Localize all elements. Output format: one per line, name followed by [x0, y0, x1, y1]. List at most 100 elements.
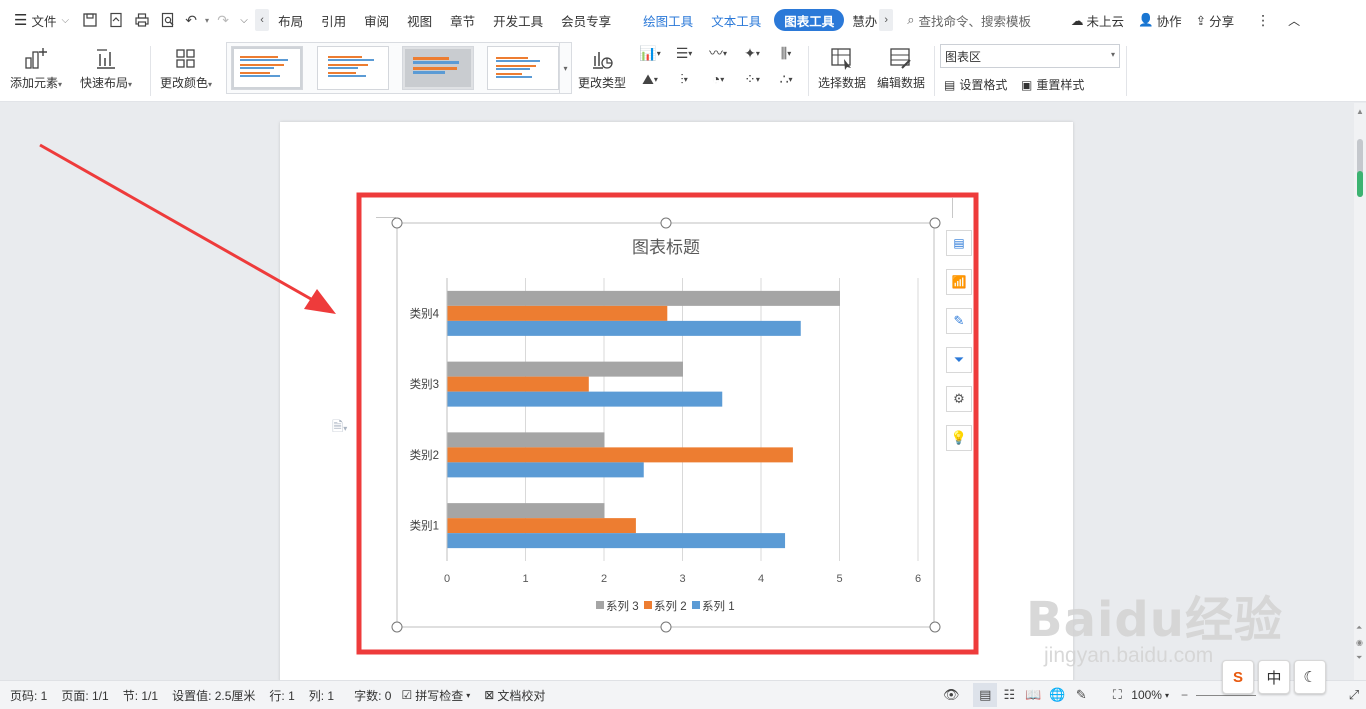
ribbon-separator: [934, 46, 935, 96]
word-count[interactable]: 字数: 0: [354, 687, 391, 704]
chart-legend[interactable]: 系列 3 系列 2 系列 1: [596, 599, 735, 613]
line-chart-icon[interactable]: 〰 ▾: [701, 42, 735, 64]
chart-elements-icon[interactable]: ▤: [946, 230, 972, 256]
spell-check-button[interactable]: ☑ 拼写检查 ▾: [401, 687, 470, 704]
tab-references[interactable]: 引用: [312, 0, 355, 40]
tab-drawing-tools[interactable]: 绘图工具: [634, 0, 702, 40]
resize-handle[interactable]: [391, 621, 403, 633]
chart-style-thumb[interactable]: [402, 46, 474, 90]
resize-handle[interactable]: [660, 217, 672, 229]
page-number[interactable]: 页码: 1: [10, 687, 47, 704]
write-view-icon[interactable]: ✎: [1069, 683, 1093, 707]
page-count[interactable]: 页面: 1/1: [61, 687, 108, 704]
zoom-slider[interactable]: [1196, 694, 1256, 696]
legend-swatch: [596, 601, 604, 609]
tab-text-tools[interactable]: 文本工具: [702, 0, 770, 40]
tabs-scroll-left-button[interactable]: ‹: [255, 9, 270, 31]
tab-developer[interactable]: 开发工具: [484, 0, 552, 40]
chart-styles-icon[interactable]: 📶: [946, 269, 972, 295]
area-chart-icon[interactable]: ⛰ ▾: [633, 68, 667, 90]
scatter-chart-icon[interactable]: ⁘ ▾: [735, 68, 769, 90]
redo-icon[interactable]: ↷: [213, 0, 233, 40]
resize-handle[interactable]: [929, 621, 941, 633]
fit-page-icon[interactable]: ⛶: [1105, 683, 1129, 707]
tabs-scroll-right-button[interactable]: ›: [879, 9, 894, 31]
change-chart-type-button[interactable]: 更改类型: [578, 44, 626, 91]
print-icon[interactable]: [129, 0, 155, 40]
setting-value[interactable]: 设置值: 2.5厘米: [172, 687, 255, 704]
page-down-icon[interactable]: ⏷: [1356, 653, 1362, 663]
chart-ideas-icon[interactable]: 💡: [946, 425, 972, 451]
eye-protection-icon[interactable]: 👁: [939, 683, 963, 707]
page-up-icon[interactable]: ⏶: [1356, 623, 1362, 633]
chart-settings-icon[interactable]: ⚙: [946, 386, 972, 412]
undo-dropdown-icon[interactable]: ▾: [201, 0, 213, 40]
resize-handle[interactable]: [391, 217, 403, 229]
stock-chart-icon[interactable]: ⫼ ▾: [769, 42, 803, 64]
tab-chapter[interactable]: 章节: [441, 0, 484, 40]
page-select-icon[interactable]: ◉: [1356, 638, 1363, 647]
reset-style-button[interactable]: ▣ 重置样式: [1021, 76, 1084, 93]
quick-layout-button[interactable]: 快速布局▾: [80, 44, 132, 91]
chart-style-thumb[interactable]: [317, 46, 389, 90]
cloud-status-button[interactable]: ☁ 未上云: [1071, 11, 1124, 30]
zoom-out-icon[interactable]: −: [1181, 688, 1188, 702]
chart-filter-icon[interactable]: ⏷: [946, 347, 972, 373]
tab-member[interactable]: 会员专享: [552, 0, 620, 40]
collapse-ribbon-icon[interactable]: ︿: [1288, 12, 1300, 29]
chart-style-thumb[interactable]: [487, 46, 559, 90]
ime-sogou-icon[interactable]: S: [1222, 660, 1254, 694]
radar-chart-icon[interactable]: ✦ ▾: [735, 42, 769, 64]
more-options-icon[interactable]: ⋮: [1256, 12, 1270, 29]
tab-review[interactable]: 审阅: [355, 0, 398, 40]
outline-view-icon[interactable]: ☷: [997, 683, 1021, 707]
vertical-scrollbar[interactable]: ▲ ⏶ ◉ ⏷: [1354, 103, 1366, 680]
tab-chart-tools[interactable]: 图表工具: [774, 9, 845, 31]
chart-element-select[interactable]: 图表区 ▾: [940, 44, 1120, 68]
set-format-button[interactable]: ▤ 设置格式: [944, 76, 1007, 93]
tab-layout[interactable]: 布局: [269, 0, 312, 40]
reading-view-icon[interactable]: 📖: [1021, 683, 1045, 707]
add-element-button[interactable]: 添加元素▾: [10, 44, 62, 91]
customize-quick-access-icon[interactable]: ⌵: [233, 0, 255, 40]
bar-chart-icon[interactable]: ☰ ▾: [667, 42, 701, 64]
y-tick-label: 类别3: [410, 377, 439, 391]
column-number[interactable]: 列: 1: [309, 687, 334, 704]
page-view-icon[interactable]: ▤: [973, 683, 998, 707]
web-view-icon[interactable]: 🌐: [1045, 683, 1069, 707]
save-icon[interactable]: [77, 0, 103, 40]
ime-language-toggle[interactable]: 中: [1258, 660, 1290, 694]
resize-handle[interactable]: [929, 217, 941, 229]
x-tick-label: 6: [915, 573, 921, 585]
bubble-chart-icon[interactable]: ∴ ▾: [769, 68, 803, 90]
export-pdf-icon[interactable]: [103, 0, 129, 40]
tab-smart-office[interactable]: 慧办: [848, 0, 879, 40]
column-chart-icon[interactable]: 📊 ▾: [633, 42, 667, 64]
gallery-more-button[interactable]: ▾: [559, 43, 571, 93]
change-color-button[interactable]: 更改颜色▾: [160, 44, 212, 91]
chart-object[interactable]: 图表标题 0 1 2 3 4 5 6 类别1 类别2 类别3 类别4 系列 3 系列 2 系列 1: [0, 103, 1354, 680]
file-menu[interactable]: ☰ 文件 ⌵: [0, 0, 77, 40]
zoom-level[interactable]: 100% ▾: [1131, 688, 1169, 702]
ime-night-mode-icon[interactable]: ☾: [1294, 660, 1326, 694]
print-preview-icon[interactable]: [155, 0, 181, 40]
undo-icon[interactable]: ↶: [181, 0, 201, 40]
resize-handle[interactable]: [660, 621, 672, 633]
collaborate-button[interactable]: 👤 协作: [1138, 11, 1182, 30]
command-search[interactable]: ⌕ 查找命令、搜索模板: [907, 11, 1031, 30]
combo-chart-icon[interactable]: ⫶ ▾: [667, 68, 701, 90]
share-button[interactable]: ⇪ 分享: [1196, 11, 1235, 30]
pie-chart-icon[interactable]: ◔ ▾: [701, 68, 735, 90]
section-count[interactable]: 节: 1/1: [123, 687, 158, 704]
row-number[interactable]: 行: 1: [269, 687, 294, 704]
select-data-button[interactable]: 选择数据: [818, 44, 866, 91]
tab-view[interactable]: 视图: [398, 0, 441, 40]
chart-brush-icon[interactable]: ✎: [946, 308, 972, 334]
reset-style-label: 重置样式: [1036, 78, 1085, 92]
scroll-up-icon[interactable]: ▲: [1356, 107, 1364, 116]
fullscreen-icon[interactable]: ⤢: [1342, 683, 1366, 707]
document-proofread-button[interactable]: ⊠ 文档校对: [484, 687, 545, 704]
chart-style-thumb[interactable]: [231, 46, 303, 90]
edit-data-button[interactable]: 编辑数据: [877, 44, 925, 91]
chart-title[interactable]: 图表标题: [632, 238, 700, 258]
